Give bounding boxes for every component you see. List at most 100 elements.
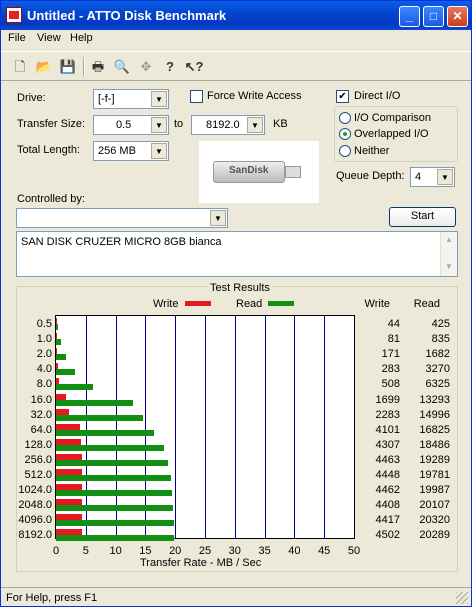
read-value: 19987	[419, 484, 450, 497]
status-text: For Help, press F1	[6, 592, 98, 604]
category-label: 32.0	[30, 408, 52, 421]
maximize-button[interactable]: □	[423, 6, 444, 27]
start-button[interactable]: Start	[389, 207, 456, 227]
menu-file[interactable]: File	[8, 32, 26, 44]
legend-write-swatch	[185, 301, 211, 306]
read-value: 18486	[419, 438, 450, 451]
legend-read-swatch	[268, 301, 294, 306]
io-comparison-radio[interactable]	[339, 112, 351, 124]
write-value: 4463	[375, 453, 400, 466]
transfer-size-label: Transfer Size:	[17, 118, 86, 130]
total-length-label: Total Length:	[17, 144, 80, 156]
to-label: to	[174, 118, 184, 130]
read-bar	[56, 505, 174, 512]
transfer-from-select[interactable]: 0.5 ▼	[93, 115, 169, 135]
read-value: 6325	[425, 378, 450, 391]
write-value: 1699	[375, 393, 400, 406]
scroll-up-icon[interactable]: ▲	[441, 235, 457, 244]
legend-read-label: Read	[236, 298, 263, 310]
write-value: 4408	[375, 499, 400, 512]
controlled-by-label: Controlled by:	[17, 193, 85, 205]
write-value: 81	[387, 333, 400, 346]
x-tick-label: 40	[288, 545, 301, 557]
read-bar	[56, 535, 175, 542]
print-icon[interactable]: 🖶	[87, 56, 109, 78]
write-value: 508	[381, 378, 400, 391]
chevron-down-icon[interactable]: ▼	[151, 143, 167, 159]
read-value: 13293	[419, 393, 450, 406]
x-axis-label: Transfer Rate - MB / Sec	[140, 557, 262, 569]
drive-select[interactable]: [-f-] ▼	[93, 89, 169, 109]
read-value: 835	[431, 333, 450, 346]
write-value: 44	[387, 318, 400, 330]
neither-label: Neither	[354, 145, 390, 157]
menu-view[interactable]: View	[37, 32, 61, 44]
chevron-down-icon[interactable]: ▼	[151, 117, 167, 133]
write-value: 4101	[375, 423, 400, 436]
x-tick-label: 10	[109, 545, 122, 557]
controlled-by-select[interactable]: ▼	[16, 208, 228, 228]
category-label: 8192.0	[18, 529, 52, 542]
chevron-down-icon[interactable]: ▼	[247, 117, 263, 133]
total-length-select[interactable]: 256 MB ▼	[93, 141, 169, 161]
transfer-to-value: 8192.0	[206, 119, 240, 131]
save-icon[interactable]: 💾	[57, 56, 79, 78]
chevron-down-icon[interactable]: ▼	[151, 91, 167, 107]
chevron-down-icon[interactable]: ▼	[437, 169, 453, 185]
neither-radio[interactable]	[339, 145, 351, 157]
queue-depth-select[interactable]: 4 ▼	[410, 167, 455, 187]
description-textarea[interactable]: SAN DISK CRUZER MICRO 8GB bianca ▲ ▼	[16, 231, 458, 277]
drive-value: [-f-]	[98, 93, 115, 105]
menu-bar: File View Help	[1, 30, 471, 49]
minimize-button[interactable]: _	[399, 6, 420, 27]
help-icon[interactable]: ?	[159, 56, 181, 78]
transfer-to-select[interactable]: 8192.0 ▼	[191, 115, 265, 135]
read-value: 425	[431, 318, 450, 330]
close-button[interactable]: ✕	[447, 6, 468, 27]
read-bar	[56, 369, 76, 376]
category-label: 128.0	[24, 438, 52, 451]
new-icon[interactable]: 🗋	[9, 56, 31, 78]
chevron-down-icon[interactable]: ▼	[210, 210, 226, 226]
app-window: Untitled - ATTO Disk Benchmark _ □ ✕ Fil…	[0, 0, 472, 607]
x-tick-label: 15	[139, 545, 152, 557]
io-comparison-label: I/O Comparison	[354, 112, 432, 124]
category-label: 8.0	[36, 378, 52, 391]
context-help-icon[interactable]: ↖?	[183, 56, 205, 78]
scrollbar[interactable]: ▲ ▼	[440, 232, 457, 276]
read-value: 19781	[419, 469, 450, 481]
x-tick-label: 50	[347, 545, 361, 557]
menu-help[interactable]: Help	[70, 32, 93, 44]
move-icon[interactable]: ✥	[135, 56, 157, 78]
read-value: 16825	[419, 423, 450, 436]
category-label: 64.0	[30, 423, 52, 436]
overlapped-io-radio[interactable]	[339, 128, 351, 140]
direct-io-checkbox[interactable]: ✔	[336, 90, 349, 103]
open-icon[interactable]: 📂	[33, 56, 55, 78]
read-value: 20107	[419, 499, 450, 512]
read-value: 20320	[419, 514, 450, 527]
read-value: 20289	[419, 529, 450, 542]
logo-text: SanDisk	[229, 165, 269, 176]
read-bar	[56, 459, 169, 466]
grid-line	[294, 316, 296, 538]
total-length-value: 256 MB	[98, 145, 136, 157]
read-column-header: Read	[413, 298, 440, 310]
grid-line	[175, 316, 177, 538]
kb-label: KB	[273, 118, 288, 130]
write-column-header: Write	[364, 298, 390, 310]
read-value: 3270	[425, 363, 450, 376]
category-label: 0.5	[36, 318, 52, 330]
force-write-checkbox[interactable]	[190, 90, 203, 103]
force-write-label: Force Write Access	[207, 90, 302, 102]
scroll-down-icon[interactable]: ▼	[441, 262, 457, 271]
print-preview-icon[interactable]: 🔍	[111, 56, 133, 78]
app-icon	[6, 7, 22, 23]
category-label: 512.0	[24, 469, 52, 481]
read-bar	[56, 444, 164, 451]
resize-grip-icon[interactable]	[456, 592, 468, 604]
queue-depth-value: 4	[415, 171, 422, 183]
read-value: 14996	[419, 408, 450, 421]
grid-line	[324, 316, 326, 538]
description-text: SAN DISK CRUZER MICRO 8GB bianca	[21, 236, 222, 248]
